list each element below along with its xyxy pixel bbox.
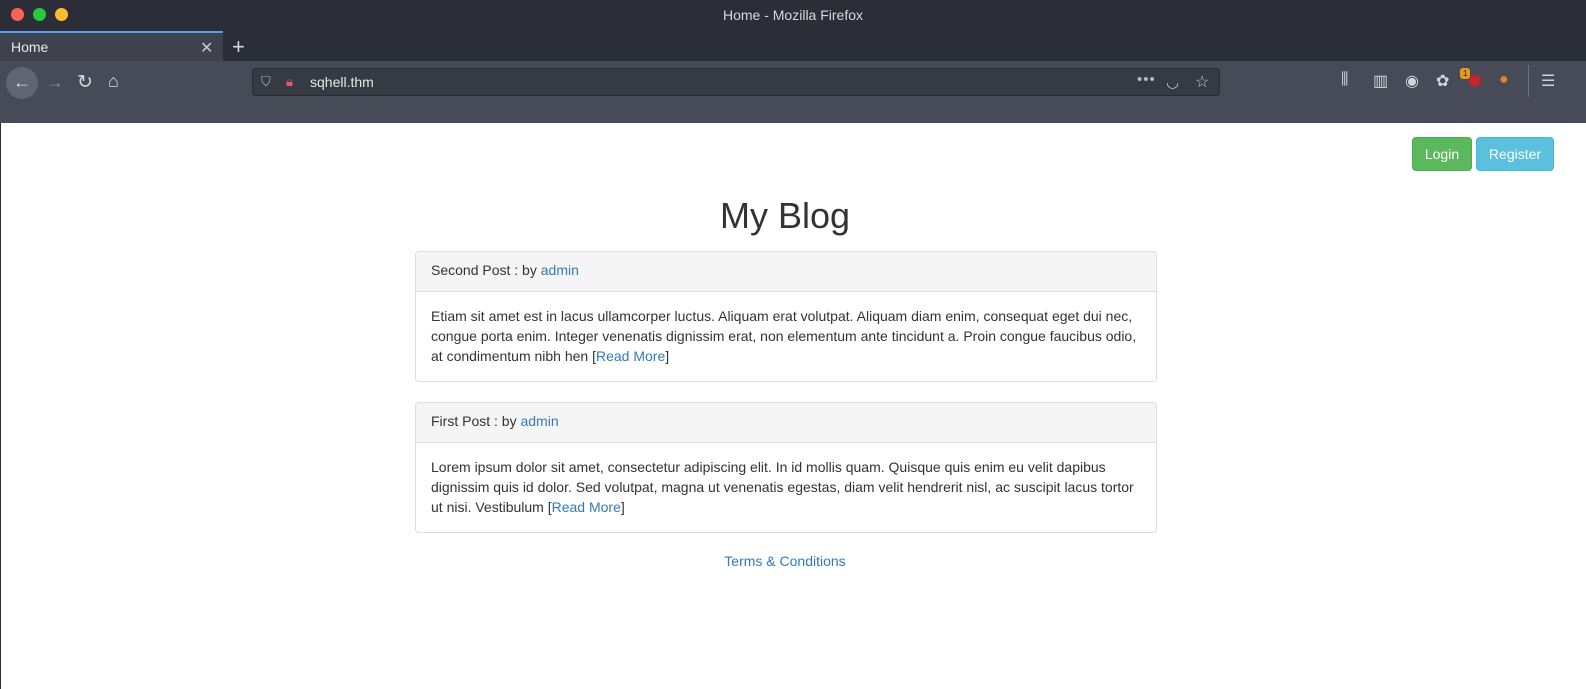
url-bar[interactable]: ⛉ 🔒︎ sqhell.thm ••• ◡ ☆ bbox=[252, 68, 1220, 96]
new-tab-icon[interactable]: + bbox=[232, 34, 245, 60]
forward-arrow-icon[interactable]: → bbox=[46, 72, 64, 93]
sidebar-icon[interactable]: ▥ bbox=[1373, 71, 1388, 91]
tracking-shield-icon[interactable]: ⛉ bbox=[261, 74, 271, 90]
footer: Terms & Conditions bbox=[1, 553, 1569, 569]
post-body: Lorem ipsum dolor sit amet, consectetur … bbox=[431, 459, 1134, 515]
menu-icon[interactable]: ☰ bbox=[1541, 71, 1555, 91]
account-icon[interactable]: ◉ bbox=[1405, 71, 1419, 91]
tab-label: Home bbox=[11, 39, 49, 55]
post-by: : by bbox=[490, 413, 521, 429]
post-header: Second Post : by admin bbox=[416, 252, 1156, 292]
addon-icon[interactable]: ● bbox=[1499, 71, 1509, 89]
library-icon[interactable]: ⫼ bbox=[1341, 71, 1348, 89]
author-link[interactable]: admin bbox=[541, 262, 579, 278]
page-actions-icon[interactable]: ••• bbox=[1137, 71, 1156, 88]
back-arrow-icon[interactable]: ← bbox=[6, 67, 38, 99]
tab-home[interactable]: Home ✕ bbox=[0, 31, 223, 61]
url-text[interactable]: sqhell.thm bbox=[310, 74, 374, 90]
insecure-lock-icon[interactable]: 🔒︎ bbox=[286, 74, 293, 90]
read-more-link[interactable]: Read More bbox=[596, 348, 665, 364]
close-tab-icon[interactable]: ✕ bbox=[200, 38, 213, 58]
tab-strip: Home ✕ + bbox=[0, 31, 1586, 61]
post-by: : by bbox=[510, 262, 541, 278]
post-panel: First Post : by admin Lorem ipsum dolor … bbox=[415, 402, 1157, 533]
post-title: Second Post bbox=[431, 262, 511, 278]
bookmark-star-icon[interactable]: ☆ bbox=[1195, 72, 1209, 92]
ublock-icon[interactable]: ⬢ bbox=[1468, 71, 1482, 91]
post-header: First Post : by admin bbox=[416, 403, 1156, 443]
page-content: Login Register My Blog Second Post : by … bbox=[0, 123, 1586, 689]
pocket-icon[interactable]: ◡ bbox=[1166, 73, 1179, 91]
window-title: Home - Mozilla Firefox bbox=[722, 7, 864, 23]
post-panel: Second Post : by admin Etiam sit amet es… bbox=[415, 251, 1157, 382]
extension-badge: 1 bbox=[1460, 68, 1471, 79]
post-body: Etiam sit amet est in lacus ullamcorper … bbox=[431, 308, 1137, 364]
register-button[interactable]: Register bbox=[1476, 137, 1554, 171]
home-icon[interactable]: ⌂ bbox=[108, 71, 119, 92]
post-excerpt: Lorem ipsum dolor sit amet, consectetur … bbox=[431, 459, 1134, 515]
login-button[interactable]: Login bbox=[1412, 137, 1472, 171]
extension-icon[interactable]: ✿ bbox=[1436, 71, 1449, 91]
post-excerpt: Etiam sit amet est in lacus ullamcorper … bbox=[431, 308, 1137, 364]
navigation-toolbar: ← → ↻ ⌂ ⛉ 🔒︎ sqhell.thm ••• ◡ ☆ ⫼ ▥ ◉ ✿ … bbox=[0, 61, 1586, 123]
author-link[interactable]: admin bbox=[520, 413, 558, 429]
read-more-link[interactable]: Read More bbox=[552, 499, 621, 515]
toolbar-separator bbox=[1528, 65, 1529, 97]
post-title: First Post bbox=[431, 413, 491, 429]
reload-icon[interactable]: ↻ bbox=[77, 71, 93, 94]
window-titlebar: Home - Mozilla Firefox bbox=[0, 0, 1586, 31]
terms-link[interactable]: Terms & Conditions bbox=[724, 553, 845, 569]
page-title: My Blog bbox=[719, 195, 851, 236]
